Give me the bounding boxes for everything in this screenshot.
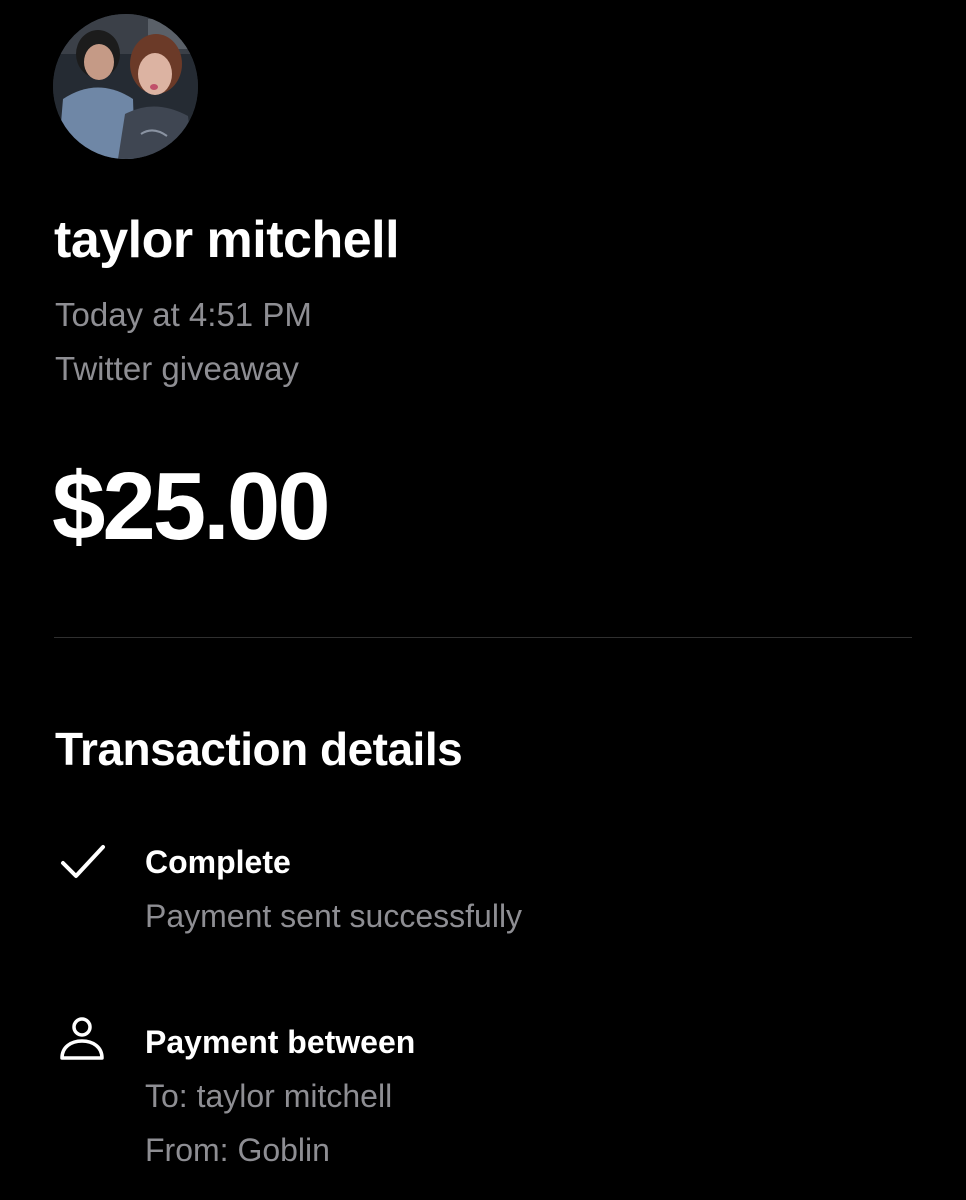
divider [54,637,912,638]
payee-name: taylor mitchell [54,211,400,269]
payment-note: Twitter giveaway [55,350,299,387]
payment-between-title: Payment between [145,1024,416,1060]
checkmark-icon [58,838,108,888]
avatar[interactable] [53,14,198,159]
section-title: Transaction details [55,723,463,775]
payment-recipient: To: taylor mitchell [145,1078,393,1114]
status-subtitle: Payment sent successfully [145,898,523,934]
payment-sender: From: Goblin [145,1132,330,1168]
person-icon [58,1015,108,1065]
status-title: Complete [145,844,291,880]
profile-photo [53,14,198,159]
transaction-time: Today at 4:51 PM [55,296,312,333]
payment-amount: $25.00 [52,453,331,560]
